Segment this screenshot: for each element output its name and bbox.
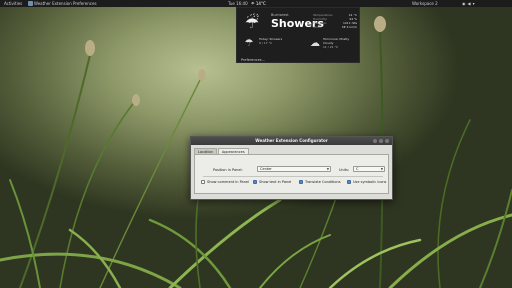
- detail-row: Wind: SE 4 km/h: [313, 25, 357, 29]
- close-icon[interactable]: [385, 139, 389, 143]
- checkbox-label: Show comment in Panel: [207, 180, 250, 184]
- appearances-panel: Position in Panel: Center ▼ Units: C ▼ S…: [194, 154, 389, 194]
- weather-configurator-dialog: Weather Extension Configurator Location …: [190, 136, 393, 200]
- rain-cloud-icon: ☔: [244, 13, 260, 32]
- checkbox-show-comment[interactable]: Show comment in Panel: [201, 180, 249, 184]
- position-combo[interactable]: Center ▼: [257, 166, 331, 172]
- checkbox-box[interactable]: [253, 180, 257, 184]
- workspace-indicator[interactable]: Workspace 2: [412, 0, 438, 7]
- app-menu[interactable]: Weather Extension Preferences: [34, 0, 97, 7]
- weather-popup: ☔ Bucharest Showers Temperature: 14 °C Hu…: [236, 7, 360, 63]
- rain-cloud-icon: ☂: [244, 38, 254, 49]
- units-combo[interactable]: C ▼: [353, 166, 385, 172]
- dialog-titlebar[interactable]: Weather Extension Configurator: [191, 137, 392, 145]
- checkbox-box[interactable]: [201, 180, 205, 184]
- app-icon: [28, 1, 33, 6]
- checkbox-box[interactable]: [299, 180, 303, 184]
- system-tray[interactable]: ◉◀▾: [462, 0, 477, 7]
- chevron-down-icon: ▼: [326, 167, 329, 171]
- checkbox-symbolic-icons[interactable]: Use symbolic icons: [347, 180, 386, 184]
- top-panel: Activities Weather Extension Preferences…: [0, 0, 512, 7]
- dialog-title: Weather Extension Configurator: [255, 138, 328, 143]
- position-value: Center: [260, 167, 272, 171]
- weather-indicator[interactable]: ☂ 14°C: [251, 0, 266, 7]
- forecast-today: Today: Showers 9 / 17 °C: [259, 37, 283, 45]
- checkbox-translate-conditions[interactable]: Translate Conditions: [299, 180, 341, 184]
- divider: [203, 176, 383, 177]
- checkbox-label: Translate Conditions: [305, 180, 341, 184]
- minimize-icon[interactable]: [373, 139, 377, 143]
- checkbox-label: Show text in Panel: [259, 180, 292, 184]
- activities-button[interactable]: Activities: [4, 0, 22, 7]
- forecast-tomorrow: Tomorrow: Mostly Cloudy 11 / 21 °C: [323, 37, 350, 49]
- maximize-icon[interactable]: [379, 139, 383, 143]
- preferences-link[interactable]: Preferences...: [241, 58, 265, 62]
- weather-indicator-temp: 14°C: [255, 1, 266, 6]
- checkbox-show-text[interactable]: Show text in Panel: [253, 180, 291, 184]
- checkbox-label: Use symbolic icons: [353, 180, 387, 184]
- units-value: C: [356, 167, 359, 171]
- units-label: Units:: [339, 168, 350, 172]
- clock[interactable]: Tue 16:40: [228, 0, 248, 7]
- chevron-down-icon: ▼: [380, 167, 383, 171]
- partly-cloudy-icon: ☁: [310, 38, 320, 49]
- user-menu-icon[interactable]: ▾: [473, 1, 477, 6]
- checkbox-box[interactable]: [347, 180, 351, 184]
- position-label: Position in Panel:: [213, 168, 243, 172]
- weather-details: Temperature: 14 °C Humidity: 94 % Pressure…: [313, 13, 357, 29]
